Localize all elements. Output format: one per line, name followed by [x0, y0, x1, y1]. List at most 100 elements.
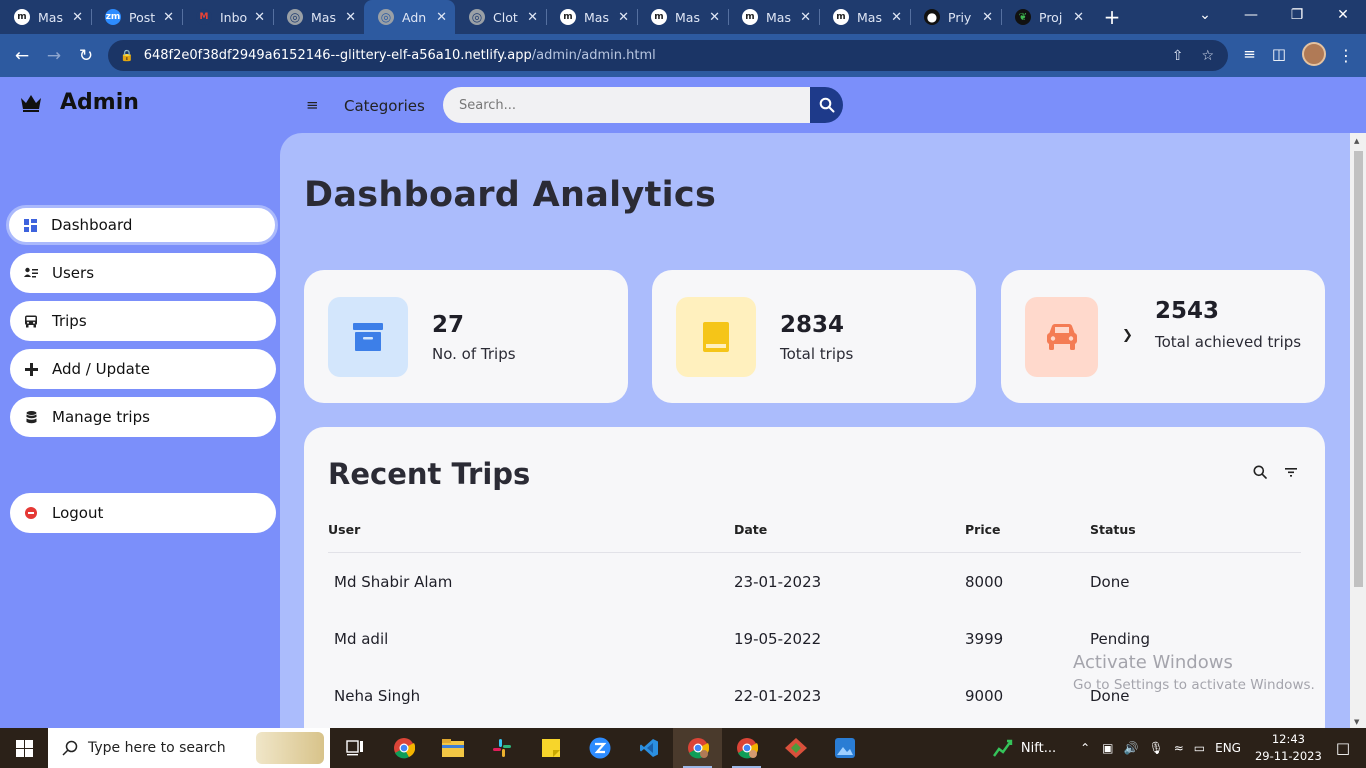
browser-tab[interactable]: m Mas ✕: [0, 0, 91, 34]
side-panel-icon[interactable]: ◫: [1272, 45, 1286, 63]
search-button[interactable]: [810, 87, 843, 123]
new-tab-button[interactable]: +: [1092, 0, 1132, 34]
chevron-right-icon[interactable]: ❯: [1122, 328, 1133, 343]
minimize-button[interactable]: —: [1228, 0, 1274, 30]
speaker-icon[interactable]: 🔊: [1124, 741, 1139, 755]
column-header-status[interactable]: Status: [1090, 522, 1136, 537]
sidebar-item-manage-trips[interactable]: Manage trips: [10, 397, 276, 437]
chrome-profile-2-taskbar-icon[interactable]: [722, 728, 771, 768]
browser-tab[interactable]: m Mas ✕: [637, 0, 728, 34]
vscode-icon[interactable]: [624, 728, 673, 768]
close-tab-icon[interactable]: ✕: [72, 10, 83, 25]
filter-icon[interactable]: [1285, 467, 1297, 477]
M-favicon-icon: M: [196, 9, 212, 25]
browser-menu-icon[interactable]: ⋮: [1338, 46, 1354, 65]
share-icon[interactable]: ⇧: [1172, 48, 1184, 64]
profile-avatar[interactable]: [1302, 42, 1326, 66]
stock-chart-icon[interactable]: [992, 739, 1013, 757]
m-favicon-icon: m: [833, 9, 849, 25]
back-icon[interactable]: ←: [6, 40, 38, 72]
close-tab-icon[interactable]: ✕: [1073, 10, 1084, 25]
tab-search-icon[interactable]: ⌄: [1182, 0, 1228, 30]
reload-icon[interactable]: ↻: [70, 40, 102, 72]
browser-tab[interactable]: m Mas ✕: [819, 0, 910, 34]
browser-tab[interactable]: m Mas ✕: [546, 0, 637, 34]
chrome-profile-taskbar-icon[interactable]: [673, 728, 722, 768]
main-content: Dashboard Analytics 27 No. of Trips 2834…: [280, 133, 1350, 733]
cell-user: Md adil: [334, 630, 389, 648]
header-divider: [328, 552, 1301, 553]
browser-tab-label: Adn: [402, 9, 427, 25]
search-icon[interactable]: [1253, 465, 1267, 479]
slack-icon[interactable]: [477, 728, 526, 768]
notification-icon[interactable]: □: [1336, 739, 1350, 757]
sticky-notes-icon[interactable]: [526, 728, 575, 768]
close-tab-icon[interactable]: ✕: [982, 10, 993, 25]
meet-now-icon[interactable]: ▣: [1102, 741, 1113, 755]
windows-start-icon[interactable]: [0, 728, 48, 768]
sidebar-item-trips[interactable]: Trips: [10, 301, 276, 341]
sidebar-item-users[interactable]: Users: [10, 253, 276, 293]
close-tab-icon[interactable]: ✕: [618, 10, 629, 25]
tray-app-label[interactable]: Nift...: [1021, 741, 1056, 756]
close-tab-icon[interactable]: ✕: [254, 10, 265, 25]
leaf-favicon-icon: ❦: [1015, 9, 1031, 25]
logout-button[interactable]: Logout: [10, 493, 276, 533]
browser-tab[interactable]: ◎ Mas ✕: [273, 0, 364, 34]
close-tab-icon[interactable]: ✕: [436, 10, 447, 25]
close-tab-icon[interactable]: ✕: [709, 10, 720, 25]
bookmark-star-icon[interactable]: ☆: [1201, 48, 1214, 64]
browser-tab[interactable]: zm Post ✕: [91, 0, 182, 34]
browser-tab-label: Mas: [584, 9, 609, 25]
url-field[interactable]: 🔒 648f2e0f38df2949a6152146--glittery-elf…: [108, 40, 1228, 71]
column-header-user[interactable]: User: [328, 522, 360, 537]
forward-icon[interactable]: →: [38, 40, 70, 72]
clock-time: 12:43: [1271, 732, 1305, 746]
close-window-button[interactable]: ✕: [1320, 0, 1366, 30]
column-header-date[interactable]: Date: [734, 522, 767, 537]
browser-tab-label: Mas: [766, 9, 791, 25]
file-explorer-icon[interactable]: [428, 728, 477, 768]
scroll-down-icon[interactable]: ▼: [1354, 718, 1359, 726]
system-tray: Nift... ⌃ ▣ 🔊 🎙 ≈ ▭ ENG 12:43 29-11-2023…: [992, 728, 1366, 768]
browser-tab[interactable]: m Mas ✕: [728, 0, 819, 34]
browser-tab[interactable]: ◎ Clot ✕: [455, 0, 546, 34]
sidebar-item-add-update[interactable]: Add / Update: [10, 349, 276, 389]
page-title: Dashboard Analytics: [304, 175, 717, 215]
browser-tab[interactable]: ● Priy ✕: [910, 0, 1001, 34]
search-input[interactable]: [443, 87, 810, 123]
zoom-icon[interactable]: [575, 728, 624, 768]
wifi-icon[interactable]: ≈: [1174, 741, 1184, 755]
task-view-icon[interactable]: [330, 728, 379, 768]
page-scrollbar[interactable]: ▲ ▼: [1350, 133, 1366, 728]
crown-icon: [21, 94, 41, 112]
menu-toggle-icon[interactable]: ≡: [306, 96, 319, 114]
media-queue-icon[interactable]: ≡: [1243, 45, 1256, 63]
browser-tab[interactable]: ◎ Adn ✕: [364, 0, 455, 34]
git-gui-icon[interactable]: [771, 728, 820, 768]
globe-favicon-icon: ◎: [469, 9, 485, 25]
restore-button[interactable]: ❐: [1274, 0, 1320, 30]
taskbar-search[interactable]: Type here to search: [48, 728, 330, 768]
close-tab-icon[interactable]: ✕: [891, 10, 902, 25]
language-indicator[interactable]: ENG: [1215, 741, 1241, 755]
chevron-up-icon[interactable]: ⌃: [1080, 741, 1090, 755]
clock[interactable]: 12:43 29-11-2023: [1255, 731, 1322, 765]
column-header-price[interactable]: Price: [965, 522, 1001, 537]
microphone-icon[interactable]: 🎙: [1148, 741, 1163, 755]
categories-link[interactable]: Categories: [344, 97, 425, 115]
chrome-taskbar-icon[interactable]: [379, 728, 428, 768]
close-tab-icon[interactable]: ✕: [527, 10, 538, 25]
cell-date: 19-05-2022: [734, 630, 822, 648]
close-tab-icon[interactable]: ✕: [163, 10, 174, 25]
scroll-up-icon[interactable]: ▲: [1354, 137, 1359, 145]
scrollbar-thumb[interactable]: [1354, 151, 1363, 587]
m-favicon-icon: m: [14, 9, 30, 25]
browser-tab[interactable]: ❦ Proj ✕: [1001, 0, 1092, 34]
sidebar-item-dashboard[interactable]: Dashboard: [6, 205, 278, 245]
close-tab-icon[interactable]: ✕: [345, 10, 356, 25]
battery-icon[interactable]: ▭: [1194, 741, 1205, 755]
photos-icon[interactable]: [820, 728, 869, 768]
browser-tab[interactable]: M Inbo ✕: [182, 0, 273, 34]
close-tab-icon[interactable]: ✕: [800, 10, 811, 25]
